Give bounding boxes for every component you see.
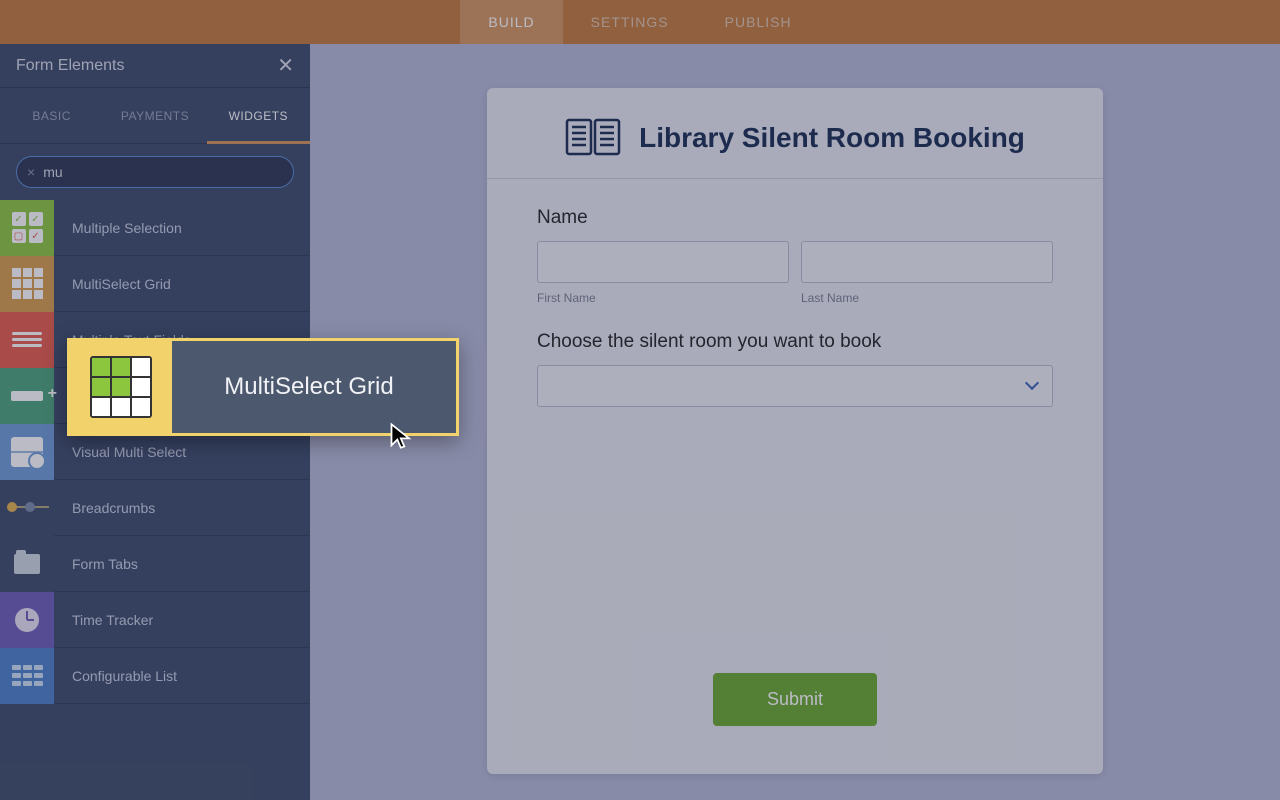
widget-configurable-list[interactable]: Configurable List bbox=[0, 648, 310, 704]
last-name-input[interactable] bbox=[801, 241, 1053, 283]
room-select-wrap bbox=[537, 365, 1053, 407]
form-body: Name First Name Last Name Choose the sil… bbox=[487, 179, 1103, 673]
widget-form-tabs[interactable]: Form Tabs bbox=[0, 536, 310, 592]
top-nav: BUILD SETTINGS PUBLISH bbox=[0, 0, 1280, 44]
widget-label: Multiple Selection bbox=[54, 220, 182, 236]
widget-label: Time Tracker bbox=[54, 612, 153, 628]
sidebar-title: Form Elements bbox=[16, 57, 124, 75]
widget-multiselect-grid[interactable]: MultiSelect Grid bbox=[0, 256, 310, 312]
widget-time-tracker[interactable]: Time Tracker bbox=[0, 592, 310, 648]
grid-icon bbox=[90, 356, 152, 418]
close-icon[interactable]: ✕ bbox=[277, 56, 294, 76]
widget-label: Breadcrumbs bbox=[54, 500, 155, 516]
name-row: First Name Last Name bbox=[537, 241, 1053, 305]
search-box[interactable]: × bbox=[16, 156, 294, 188]
room-select[interactable] bbox=[537, 365, 1053, 407]
form-footer: Submit bbox=[487, 673, 1103, 774]
search-wrap: × bbox=[0, 144, 310, 200]
form-header: Library Silent Room Booking bbox=[487, 88, 1103, 179]
last-name-sublabel: Last Name bbox=[801, 291, 1053, 305]
search-input[interactable] bbox=[43, 164, 283, 180]
widget-multiple-selection[interactable]: ✓✓▢✓ Multiple Selection bbox=[0, 200, 310, 256]
tab-publish[interactable]: PUBLISH bbox=[697, 0, 820, 44]
sidebar-tab-widgets[interactable]: WIDGETS bbox=[207, 88, 310, 143]
sidebar-tab-basic[interactable]: BASIC bbox=[0, 88, 103, 143]
widget-label: Visual Multi Select bbox=[54, 444, 186, 460]
first-name-input[interactable] bbox=[537, 241, 789, 283]
submit-button[interactable]: Submit bbox=[713, 673, 877, 726]
widget-label: Configurable List bbox=[54, 668, 177, 684]
room-label: Choose the silent room you want to book bbox=[537, 331, 1053, 353]
drag-label: MultiSelect Grid bbox=[172, 373, 456, 401]
sidebar-tabs: BASIC PAYMENTS WIDGETS bbox=[0, 88, 310, 144]
widget-list: ✓✓▢✓ Multiple Selection MultiSelect Grid… bbox=[0, 200, 310, 800]
widget-label: MultiSelect Grid bbox=[54, 276, 171, 292]
first-name-sublabel: First Name bbox=[537, 291, 789, 305]
drag-icon-wrap bbox=[70, 341, 172, 433]
sidebar-header: Form Elements ✕ bbox=[0, 44, 310, 88]
tab-build[interactable]: BUILD bbox=[460, 0, 562, 44]
clear-search-icon[interactable]: × bbox=[27, 164, 35, 180]
form-card: Library Silent Room Booking Name First N… bbox=[487, 88, 1103, 774]
tab-settings[interactable]: SETTINGS bbox=[563, 0, 697, 44]
sidebar-tab-payments[interactable]: PAYMENTS bbox=[103, 88, 206, 143]
drag-preview[interactable]: MultiSelect Grid bbox=[67, 338, 459, 436]
book-icon bbox=[565, 118, 621, 158]
name-label: Name bbox=[537, 207, 1053, 229]
widget-breadcrumbs[interactable]: Breadcrumbs bbox=[0, 480, 310, 536]
form-title: Library Silent Room Booking bbox=[639, 122, 1025, 154]
widget-label: Form Tabs bbox=[54, 556, 138, 572]
